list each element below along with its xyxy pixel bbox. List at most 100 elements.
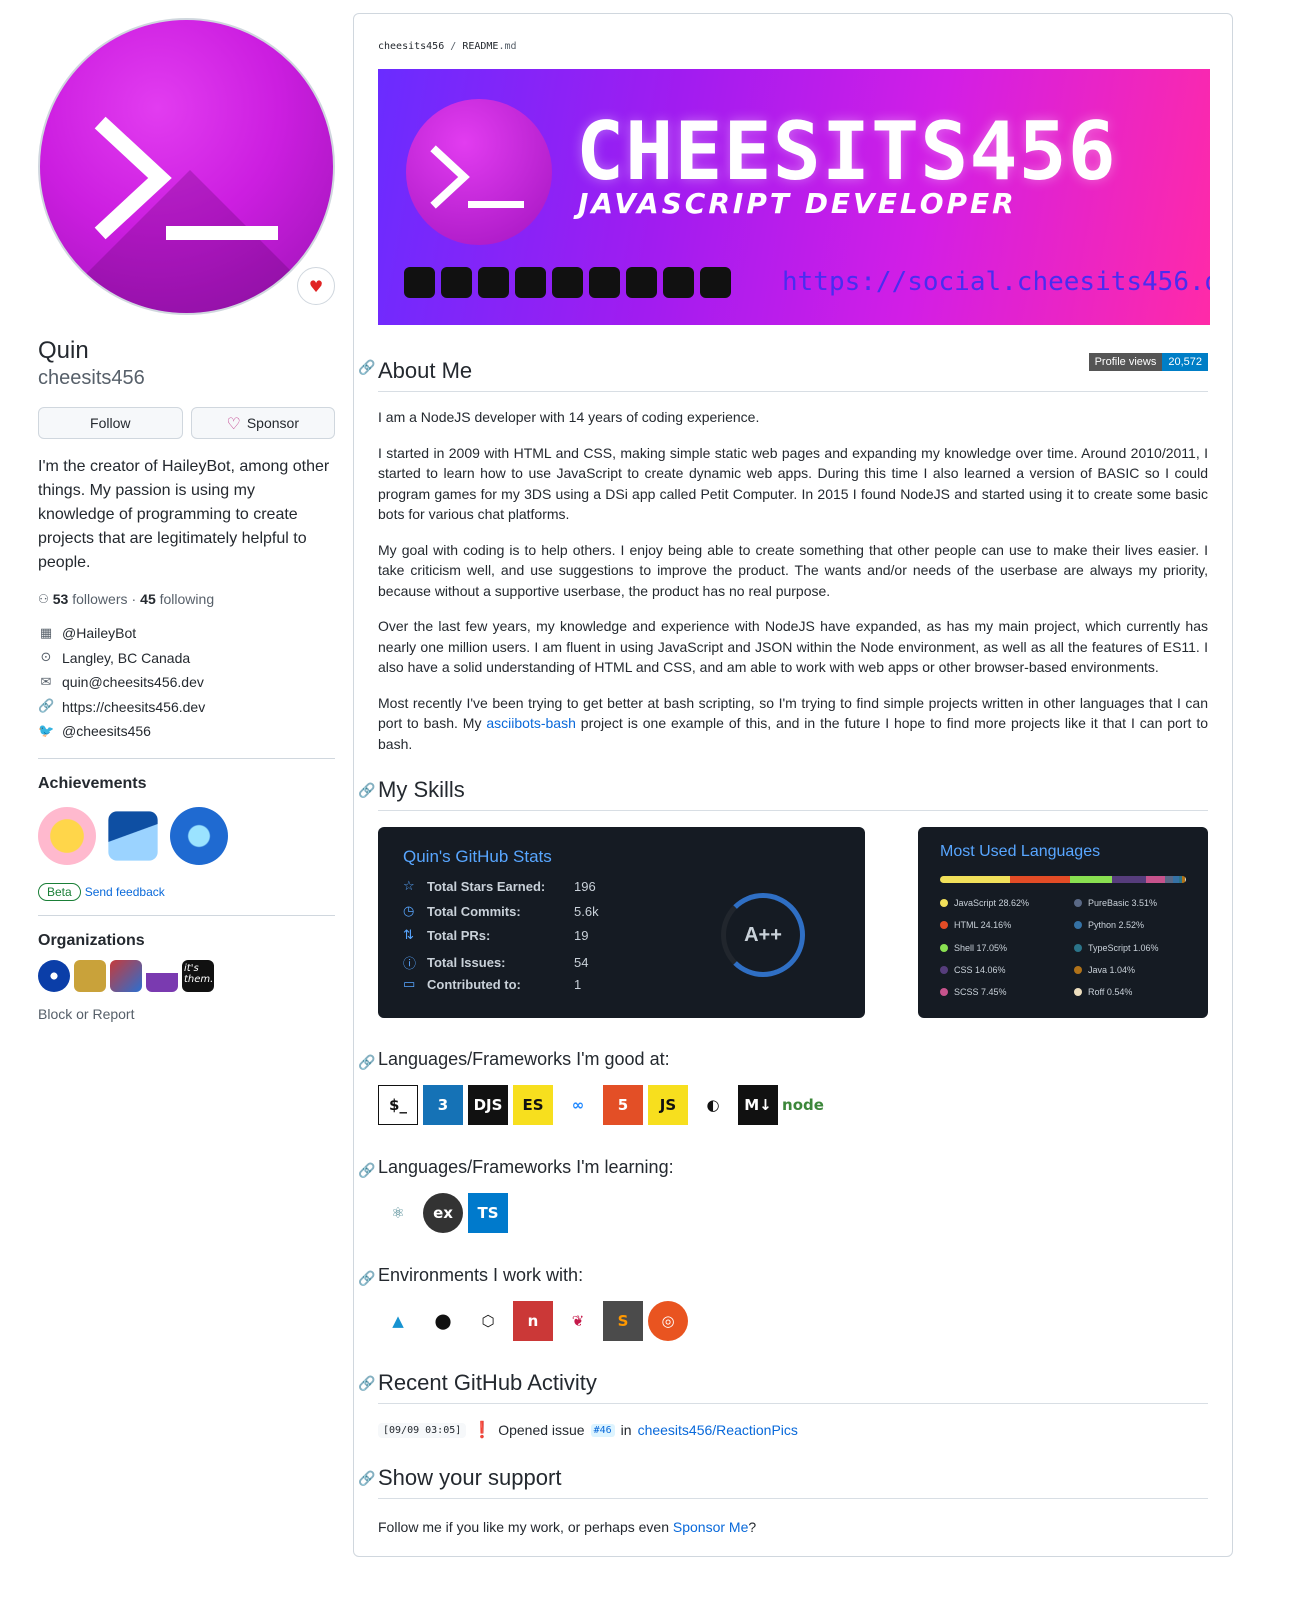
language-item: TypeScript 1.06%: [1074, 943, 1159, 953]
language-item: JavaScript 28.62%: [940, 898, 1029, 908]
support-title: Show your support: [378, 1465, 562, 1490]
anchor-link-icon[interactable]: 🔗: [358, 783, 375, 799]
stat-label: Total Stars Earned:: [427, 879, 546, 894]
path-file[interactable]: README: [462, 41, 498, 52]
language-item: HTML 24.16%: [940, 920, 1011, 930]
separator: ·: [131, 591, 137, 607]
language-label: CSS 14.06%: [954, 964, 1006, 975]
good-at-heading: 🔗 Languages/Frameworks I'm good at:: [358, 1047, 1208, 1071]
typescript-icon: TS: [468, 1193, 508, 1233]
followers-link[interactable]: 53 followers: [53, 591, 128, 607]
detail-organization[interactable]: ▦ @HaileyBot: [38, 621, 335, 646]
terminal-prompt-icon: [94, 116, 278, 240]
detail-twitter[interactable]: 🐦 @cheesits456: [38, 719, 335, 744]
anchor-link-icon[interactable]: 🔗: [358, 1267, 375, 1291]
mail-icon: [441, 267, 472, 298]
send-feedback-link[interactable]: Send feedback: [85, 885, 165, 899]
paragraph-text: ?: [748, 1519, 757, 1535]
avatar[interactable]: [38, 18, 335, 315]
electron-icon: ⚛: [378, 1193, 418, 1233]
asciibots-bash-link[interactable]: asciibots-bash: [486, 715, 576, 731]
learning-icons: ⚛ ex TS: [378, 1193, 1208, 1233]
issue-opened-icon: ❗: [472, 1422, 493, 1439]
follow-button[interactable]: Follow: [38, 407, 183, 439]
language-label: Roff 0.54%: [1088, 987, 1133, 998]
language-bar-segment: [1146, 876, 1165, 883]
heart-icon: ♡: [226, 413, 241, 433]
block-report-link[interactable]: Block or Report: [38, 1006, 335, 1022]
virtualbox-icon: ⬡: [468, 1301, 508, 1341]
achievement-starstruck[interactable]: [38, 806, 96, 865]
discord-icon: [404, 267, 435, 298]
language-dot: [940, 921, 948, 930]
banner-subtitle: JAVASCRIPT DEVELOPER: [578, 187, 1017, 220]
anchor-link-icon[interactable]: 🔗: [358, 1471, 375, 1487]
language-label: HTML 24.16%: [954, 920, 1012, 931]
anchor-link-icon[interactable]: 🔗: [358, 1051, 375, 1075]
language-bar-segment: [1164, 876, 1174, 883]
activity-action: Opened issue: [498, 1422, 585, 1438]
language-label: PureBasic 3.51%: [1088, 898, 1158, 908]
link-icon: 🔗: [38, 699, 55, 715]
github-stats-card: Quin's GitHub Stats ☆ Total Stars Earned:…: [378, 827, 865, 1018]
stat-row: ⓘ Total Issues: 54: [403, 953, 588, 972]
language-bar-segment: [940, 876, 1011, 883]
stat-value: 54: [574, 955, 589, 970]
repo-link[interactable]: cheesits456/ReactionPics: [638, 1422, 798, 1438]
stat-row: ☆ Total Stars Earned: 196: [403, 879, 596, 894]
langs-title: Most Used Languages: [940, 843, 1101, 860]
path-user[interactable]: cheesits456: [378, 41, 444, 52]
language-item: PureBasic 3.51%: [1074, 898, 1157, 908]
anchor-link-icon[interactable]: 🔗: [358, 360, 375, 376]
sponsor-me-link[interactable]: Sponsor Me: [673, 1519, 748, 1535]
achievement-pull-shark[interactable]: [170, 806, 228, 865]
detail-website[interactable]: 🔗 https://cheesits456.dev: [38, 695, 335, 720]
profile-bio: I'm the creator of HaileyBot, among othe…: [38, 458, 330, 571]
language-bar-segment: [1184, 876, 1186, 883]
grade-ring: A++: [721, 893, 805, 977]
markdown-icon: M↓: [738, 1085, 778, 1125]
org-avatar[interactable]: [38, 959, 70, 992]
follow-stats: ⚇ 53 followers · 45 following: [38, 591, 335, 607]
about-paragraph: I started in 2009 with HTML and CSS, mak…: [378, 444, 1208, 523]
stat-row: ◷ Total Commits: 5.6k: [403, 904, 599, 919]
banner-url: https://social.cheesits456.dev: [782, 267, 1210, 297]
organizations-list: it's them.: [38, 959, 335, 992]
display-name: Quin: [38, 337, 89, 364]
anchor-link-icon[interactable]: 🔗: [358, 1376, 375, 1392]
commits-icon: ◷: [403, 904, 415, 919]
pr-icon: ⇅: [403, 928, 414, 943]
readme-banner: CHEESITS456 JAVASCRIPT DEVELOPER https:/…: [378, 69, 1210, 325]
twitter-icon: [663, 267, 694, 298]
skills-heading: 🔗 My Skills: [358, 776, 1208, 811]
discordjs-icon: DJS: [468, 1085, 508, 1125]
following-label: following: [159, 591, 215, 607]
people-icon: ⚇: [38, 592, 49, 606]
language-dot: [1074, 965, 1082, 974]
achievement-arctic-code-vault[interactable]: [108, 810, 158, 861]
org-avatar[interactable]: [74, 959, 106, 992]
anchor-link-icon[interactable]: 🔗: [358, 1159, 375, 1183]
org-avatar[interactable]: [110, 959, 142, 992]
stat-label: Total PRs:: [427, 928, 491, 943]
banner-logo: [406, 99, 552, 245]
organizations-title: Organizations: [38, 931, 145, 949]
issue-icon: ⓘ: [403, 957, 417, 972]
social-icons: [404, 267, 731, 298]
language-item: Python 2.52%: [1074, 920, 1144, 930]
issue-number-link[interactable]: #46: [590, 1423, 615, 1437]
stat-value: 5.6k: [574, 904, 599, 919]
sponsor-button[interactable]: ♡ Sponsor: [190, 407, 335, 439]
detail-email[interactable]: ✉ quin@cheesits456.dev: [38, 670, 335, 695]
language-dot: [1074, 943, 1082, 952]
nodejs-icon: node: [782, 1085, 824, 1125]
bash-icon: $_: [378, 1085, 418, 1125]
org-avatar[interactable]: [146, 959, 178, 992]
org-avatar[interactable]: it's them.: [182, 959, 214, 992]
achievements-title: Achievements: [38, 774, 147, 792]
environment-icons: ▲ ⬤ ⬡ n ❦ S ◎: [378, 1301, 1208, 1341]
following-link[interactable]: 45 following: [140, 591, 214, 607]
arch-icon: ▲: [378, 1301, 418, 1341]
language-bar-segment: [1111, 876, 1147, 883]
status-emoji[interactable]: ♥: [297, 267, 335, 305]
